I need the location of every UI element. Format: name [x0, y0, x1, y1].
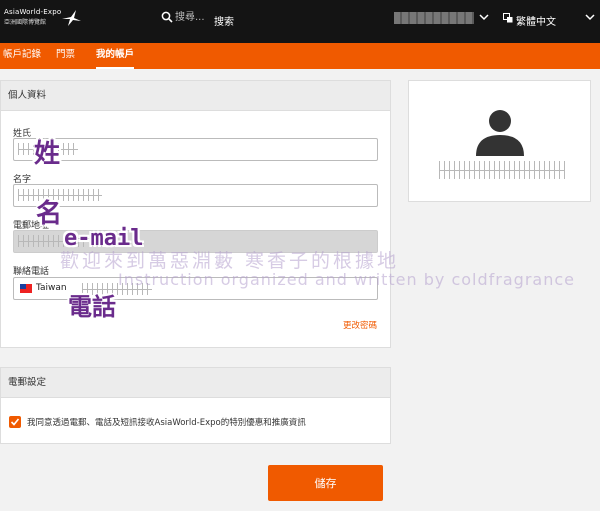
checkmark-icon — [10, 418, 20, 426]
given-name-field[interactable] — [13, 184, 378, 207]
phone-annotation: 電話 — [68, 292, 116, 321]
tab-tickets[interactable]: 門票 — [56, 43, 75, 69]
consent-text: 我同意透過電郵、電話及短訊接收AsiaWorld-Expo的特別優惠和推廣資訊 — [27, 418, 306, 428]
account-name[interactable] — [394, 12, 474, 24]
search-input[interactable] — [175, 9, 209, 25]
search-icon[interactable] — [161, 11, 173, 23]
watermark-chinese: 歡迎來到萬惡淵藪 寒香子的根據地 — [60, 250, 400, 272]
logo-subtext: 亞洲國際博覽館 — [4, 19, 47, 26]
logo-text: AsiaWorld-Expo — [4, 8, 62, 16]
surname-annotation: 姓 — [34, 139, 61, 169]
search-button[interactable]: 搜索 — [214, 13, 234, 28]
tab-account-history[interactable]: 帳戶記錄 — [3, 43, 41, 69]
chevron-down-icon[interactable] — [585, 13, 595, 21]
watermark-english: Instruction organized and written by col… — [118, 270, 575, 289]
consent-checkbox[interactable] — [9, 416, 21, 428]
taiwan-flag-icon — [20, 284, 32, 293]
tab-my-account[interactable]: 我的帳戶 — [96, 43, 135, 69]
personal-info-heading: 個人資料 — [1, 81, 390, 111]
surname-field[interactable] — [13, 138, 378, 161]
save-button[interactable]: 儲存 — [268, 465, 383, 501]
phone-country-code[interactable]: Taiwan — [36, 283, 67, 293]
chevron-down-icon[interactable] — [479, 13, 489, 21]
language-selector[interactable]: 繁體中文 — [516, 13, 556, 28]
change-password-link[interactable]: 更改密碼 — [343, 319, 377, 331]
phone-label: 聯絡電話 — [13, 267, 50, 277]
profile-name-redacted — [439, 161, 565, 179]
given-name-annotation: 名 — [36, 199, 63, 229]
email-settings-panel: 電郵設定 我同意透過電郵、電話及短訊接收AsiaWorld-Expo的特別優惠和… — [0, 367, 391, 444]
language-icon — [503, 13, 513, 23]
top-header: AsiaWorld-Expo 亞洲國際博覽館 搜索 繁體中文 — [0, 0, 600, 43]
profile-card — [408, 80, 591, 202]
asiaworld-expo-logo[interactable]: AsiaWorld-Expo 亞洲國際博覽館 — [4, 8, 81, 26]
email-settings-heading: 電郵設定 — [1, 368, 390, 398]
account-tab-bar: 帳戶記錄 門票 我的帳戶 — [0, 43, 600, 69]
logo-star-icon — [62, 10, 81, 26]
avatar-icon — [476, 110, 524, 156]
